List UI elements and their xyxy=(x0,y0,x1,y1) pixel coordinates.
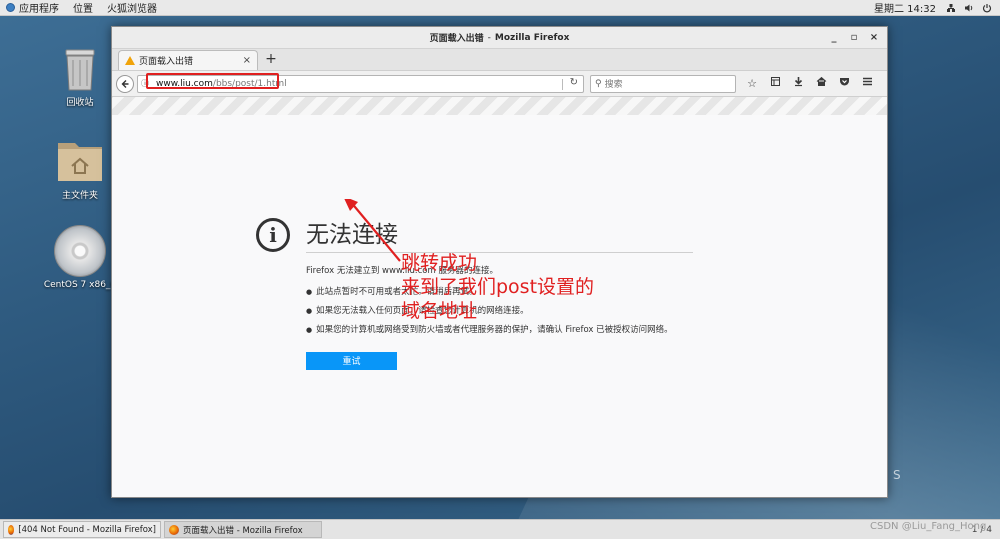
clock[interactable]: 星期二 14:32 xyxy=(874,0,936,15)
power-icon[interactable] xyxy=(982,3,992,13)
taskbar-item-404-label: [404 Not Found - Mozilla Firefox] xyxy=(18,524,156,535)
list-item: 如果您的计算机或网络受到防火墙或者代理服务器的保护，请确认 Firefox 已被… xyxy=(306,323,673,335)
tab-title: 页面载入出错 xyxy=(139,57,194,67)
minimize-button[interactable]: _ xyxy=(827,31,841,45)
window-titlebar[interactable]: 页面载入出错 - Mozilla Firefox _ ▫ × xyxy=(112,27,887,49)
back-button[interactable] xyxy=(116,74,134,93)
firefox-icon xyxy=(169,524,179,535)
back-arrow-icon xyxy=(121,79,129,88)
top-panel: 应用程序 位置 火狐浏览器 星期二 14:32 xyxy=(0,0,1000,16)
firefox-window: 页面载入出错 - Mozilla Firefox _ ▫ × 页面载入出错 × … xyxy=(111,26,888,498)
desktop-wallpaper-letter: S xyxy=(893,468,901,482)
places-menu[interactable]: 位置 xyxy=(73,0,93,15)
taskbar-item-error-page-label: 页面载入出错 - Mozilla Firefox xyxy=(183,525,303,536)
pocket-icon[interactable] xyxy=(836,76,852,92)
desktop-icon-trash[interactable]: 回收站 xyxy=(41,48,119,108)
search-input[interactable]: ⚲ 搜索 xyxy=(590,74,736,93)
desktop-icon-home-label: 主文件夹 xyxy=(61,191,98,201)
browser-menu[interactable]: 火狐浏览器 xyxy=(107,0,157,15)
taskbar-item-error-page[interactable]: 页面载入出错 - Mozilla Firefox xyxy=(164,521,322,538)
home-folder-icon xyxy=(58,143,102,181)
tab-close-button[interactable]: × xyxy=(243,55,251,66)
tab-bar: 页面载入出错 × + xyxy=(112,49,887,71)
annotation-line-2: 来到了我们post设置的 xyxy=(401,276,595,298)
bottom-taskbar: [404 Not Found - Mozilla Firefox] 页面载入出错… xyxy=(0,519,1000,539)
window-title-separator: - xyxy=(487,32,491,43)
applications-menu-label: 应用程序 xyxy=(19,4,59,15)
close-window-button[interactable]: × xyxy=(867,31,881,45)
search-icon: ⚲ xyxy=(595,78,602,89)
menu-hamburger-icon[interactable] xyxy=(859,76,875,92)
desktop-icon-cd-label: CentOS 7 x86_6 xyxy=(43,280,117,290)
library-icon[interactable] xyxy=(767,76,783,92)
desktop-icon-trash-label: 回收站 xyxy=(66,98,94,108)
info-icon: i xyxy=(256,218,290,252)
navigation-toolbar: ⓘ www.liu.com/bbs/post/1.html ↻ ⚲ 搜索 ☆ xyxy=(112,71,887,97)
firefox-icon xyxy=(8,524,15,535)
search-placeholder: 搜索 xyxy=(604,80,623,90)
network-icon[interactable] xyxy=(946,3,956,13)
annotation-line-1: 跳转成功 xyxy=(401,252,478,274)
warning-icon xyxy=(125,56,135,65)
trash-icon xyxy=(65,49,95,91)
downloads-icon[interactable] xyxy=(790,76,806,92)
desktop-icon-home[interactable]: 主文件夹 xyxy=(41,135,119,201)
applications-icon xyxy=(6,3,15,12)
url-bar-separator xyxy=(562,78,563,90)
reload-icon[interactable]: ↻ xyxy=(570,77,578,88)
retry-button[interactable]: 重试 xyxy=(306,352,397,370)
page-content: i 无法连接 Firefox 无法建立到 www.liu.com 服务器的连接。… xyxy=(112,115,887,476)
annotation-text: 跳转成功 来到了我们post设置的 域名地址 xyxy=(401,251,594,323)
error-stripe-banner xyxy=(112,97,887,115)
applications-menu[interactable]: 应用程序 xyxy=(6,0,59,15)
window-app-name: Mozilla Firefox xyxy=(494,32,570,43)
volume-icon[interactable] xyxy=(964,3,974,13)
bookmark-star-icon[interactable]: ☆ xyxy=(744,76,760,92)
annotation-line-3: 域名地址 xyxy=(401,300,478,322)
home-icon[interactable] xyxy=(813,76,829,92)
window-title: 页面载入出错 xyxy=(429,34,484,44)
annotation-url-highlight-box xyxy=(146,73,279,89)
desktop-icon-cd[interactable]: CentOS 7 x86_6 xyxy=(41,225,119,290)
taskbar-item-404[interactable]: [404 Not Found - Mozilla Firefox] xyxy=(3,521,161,538)
tab-error-page[interactable]: 页面载入出错 × xyxy=(118,50,258,70)
cd-icon xyxy=(54,225,106,277)
maximize-button[interactable]: ▫ xyxy=(847,31,861,45)
watermark-text: CSDN @Liu_Fang_Hong xyxy=(870,521,987,532)
new-tab-button[interactable]: + xyxy=(262,51,280,69)
